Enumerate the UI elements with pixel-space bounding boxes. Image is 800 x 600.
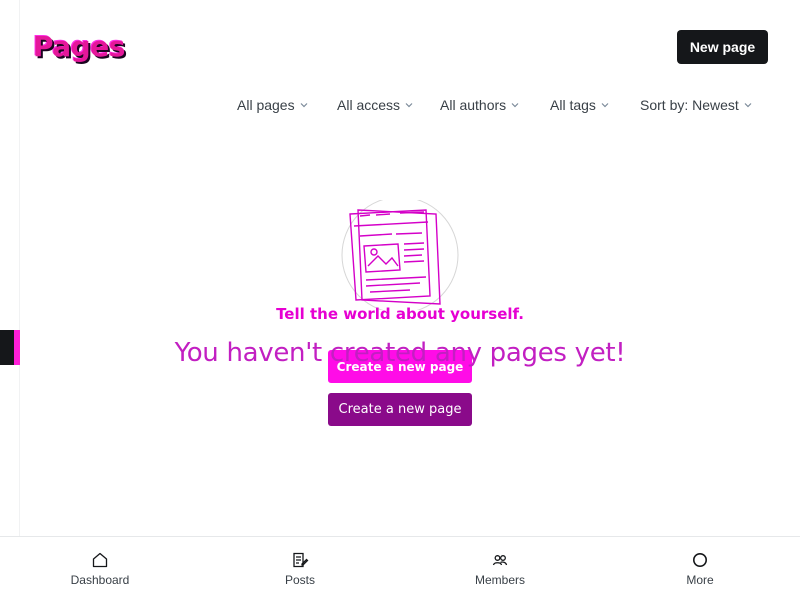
posts-icon — [293, 552, 309, 568]
chevron-down-icon — [300, 103, 308, 108]
filter-label: All tags — [550, 97, 596, 113]
pages-screen: Pages New page All pages All access All … — [0, 0, 800, 600]
filter-label: Sort by: Newest — [640, 97, 739, 113]
filter-label: All access — [337, 97, 401, 113]
nav-label: Posts — [284, 573, 315, 587]
chevron-down-icon — [511, 103, 519, 108]
filter-access-dropdown[interactable]: All access — [337, 94, 413, 116]
chevron-down-icon — [744, 103, 752, 108]
filter-pages-dropdown[interactable]: All pages — [237, 94, 308, 116]
filter-authors-dropdown[interactable]: All authors — [440, 94, 519, 116]
filter-bar: All pages All access All authors All tag… — [0, 94, 800, 116]
empty-state-tagline: Tell the world about yourself. — [276, 305, 524, 323]
chevron-down-icon — [601, 103, 609, 108]
sort-dropdown[interactable]: Sort by: Newest — [640, 94, 752, 116]
new-page-button[interactable]: New page — [677, 30, 768, 64]
circle-icon — [693, 553, 707, 567]
nav-item-posts[interactable]: Posts — [200, 537, 400, 600]
nav-item-members[interactable]: Members — [400, 537, 600, 600]
sidebar-divider — [19, 0, 20, 536]
filter-label: All pages — [237, 97, 295, 113]
filter-tags-dropdown[interactable]: All tags — [550, 94, 609, 116]
members-icon — [492, 555, 508, 566]
bottom-nav: Dashboard Posts Members More — [0, 536, 800, 600]
chevron-down-icon — [405, 103, 413, 108]
nav-label: More — [686, 573, 714, 587]
page-title: Pages — [33, 30, 125, 63]
nav-item-dashboard[interactable]: Dashboard — [0, 537, 200, 600]
nav-item-more[interactable]: More — [600, 537, 800, 600]
filter-label: All authors — [440, 97, 507, 113]
empty-state-heading: You haven't created any pages yet! — [174, 338, 626, 368]
home-icon — [92, 552, 108, 568]
nav-label: Members — [474, 573, 525, 587]
pages-illustration-icon — [341, 200, 459, 310]
nav-label: Dashboard — [70, 573, 130, 587]
create-new-page-button[interactable]: Create a new page — [328, 393, 472, 426]
